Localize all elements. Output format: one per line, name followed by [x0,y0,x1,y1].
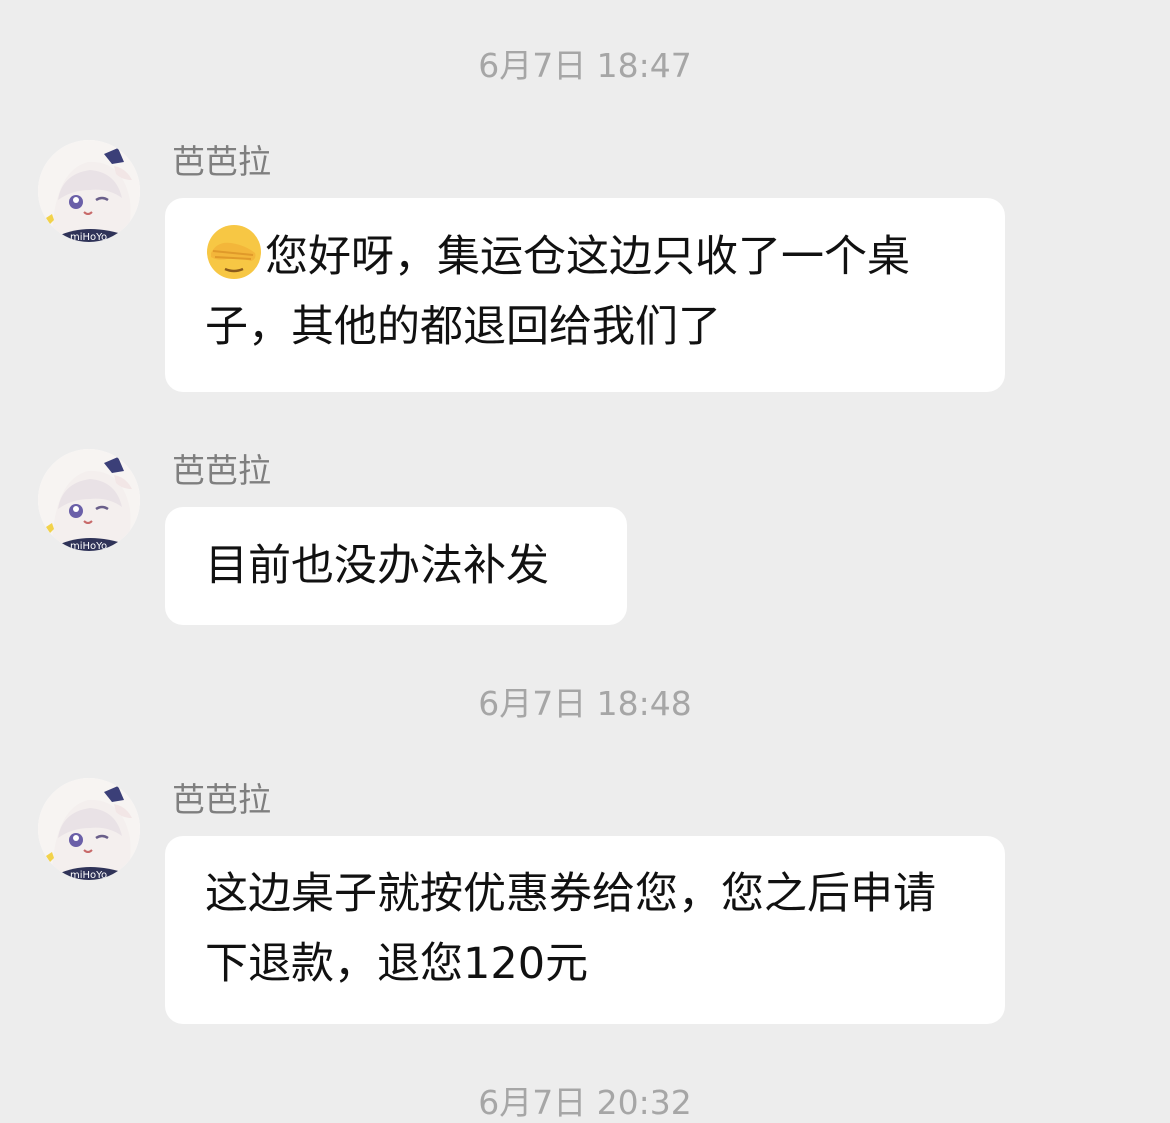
paimon-avatar-icon: miHoYo [38,449,140,551]
message-bubble[interactable]: 这边桌子就按优惠券给您，您之后申请下退款，退您120元 [165,836,1005,1024]
paimon-avatar-icon: miHoYo [38,778,140,880]
timestamp: 6月7日 18:48 [478,684,692,723]
svg-text:miHoYo: miHoYo [70,232,107,242]
facepalm-emoji-icon [205,223,263,281]
message-text: 这边桌子就按优惠券给您，您之后申请下退款，退您120元 [205,869,936,989]
sender-name: 芭芭拉 [172,451,271,490]
sender-name: 芭芭拉 [172,780,271,819]
timestamp: 6月7日 18:47 [478,46,692,85]
message-text: 您好呀，集运仓这边只收了一个桌子，其他的都退回给我们了 [205,232,910,352]
message-text: 目前也没办法补发 [205,541,549,591]
avatar[interactable]: miHoYo [38,778,140,880]
svg-text:miHoYo: miHoYo [70,541,107,551]
sender-name: 芭芭拉 [172,142,271,181]
svg-text:miHoYo: miHoYo [70,870,107,880]
avatar[interactable]: miHoYo [38,140,140,242]
paimon-avatar-icon: miHoYo [38,140,140,242]
timestamp: 6月7日 20:32 [478,1083,692,1122]
message-bubble[interactable]: 目前也没办法补发 [165,507,627,625]
avatar[interactable]: miHoYo [38,449,140,551]
message-bubble[interactable]: 您好呀，集运仓这边只收了一个桌子，其他的都退回给我们了 [165,198,1005,392]
